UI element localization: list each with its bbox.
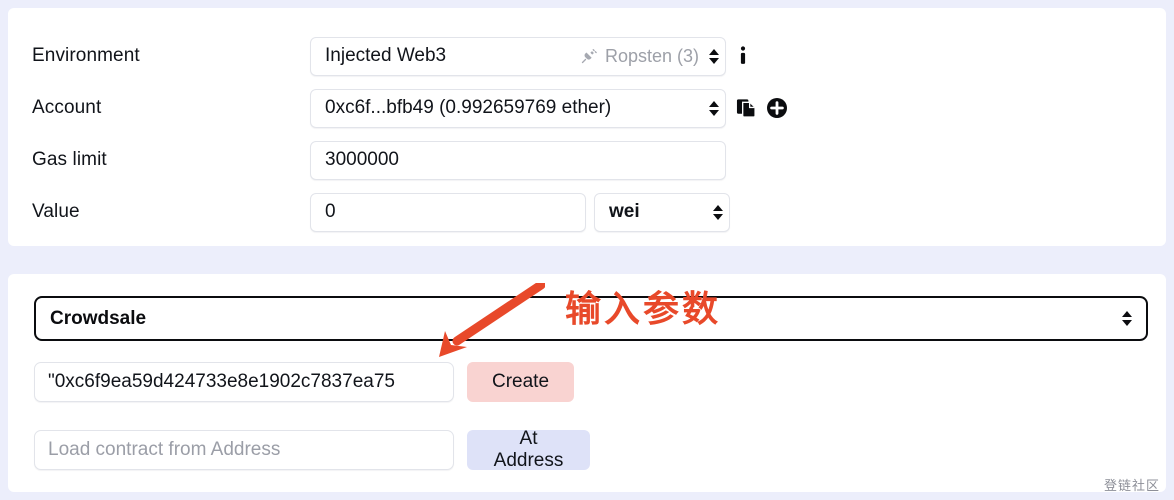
environment-spinner-icon[interactable] xyxy=(703,41,725,71)
gas-limit-label: Gas limit xyxy=(32,149,107,170)
gas-limit-input[interactable]: 3000000 xyxy=(310,140,726,180)
constructor-args-input[interactable]: "0xc6f9ea59d424733e8e1902c7837ea75 xyxy=(34,362,454,402)
plug-icon xyxy=(579,46,599,66)
info-icon[interactable] xyxy=(736,45,750,67)
value-unit-spinner-icon[interactable] xyxy=(707,197,729,227)
environment-icons xyxy=(736,45,750,67)
value-row: Value 0 wei xyxy=(8,192,1166,232)
copy-icon[interactable] xyxy=(736,97,757,119)
environment-value: Injected Web3 xyxy=(325,45,447,66)
gas-limit-row: Gas limit 3000000 xyxy=(8,140,1166,180)
account-spinner-icon[interactable] xyxy=(703,93,725,123)
account-icons xyxy=(736,97,788,119)
deploy-settings-panel: Environment Injected Web3 Ropsten (3) Ac… xyxy=(8,8,1166,246)
at-address-row: Load contract from Address At Address xyxy=(34,428,590,471)
gas-limit-value: 3000000 xyxy=(325,149,399,170)
environment-label: Environment xyxy=(32,45,140,66)
at-address-button[interactable]: At Address xyxy=(467,428,590,471)
account-value: 0xc6f...bfb49 (0.992659769 ether) xyxy=(325,97,612,118)
account-row: Account 0xc6f...bfb49 (0.992659769 ether… xyxy=(8,88,1166,128)
account-select[interactable]: 0xc6f...bfb49 (0.992659769 ether) xyxy=(310,88,726,128)
contract-select-spinner-icon[interactable] xyxy=(1116,304,1138,334)
network-name: Ropsten (3) xyxy=(604,45,699,66)
environment-select[interactable]: Injected Web3 Ropsten (3) xyxy=(310,36,726,76)
annotation-label: 输入参数 xyxy=(565,289,722,330)
value-unit-select[interactable]: wei xyxy=(594,192,730,232)
value-input[interactable]: 0 xyxy=(310,192,586,232)
create-button[interactable]: Create xyxy=(467,362,574,402)
create-row: "0xc6f9ea59d424733e8e1902c7837ea75 Creat… xyxy=(34,362,574,402)
environment-row: Environment Injected Web3 Ropsten (3) xyxy=(8,36,1166,76)
constructor-args-value: "0xc6f9ea59d424733e8e1902c7837ea75 xyxy=(48,371,395,392)
network-indicator: Ropsten (3) xyxy=(579,46,703,67)
value-unit: wei xyxy=(609,201,640,222)
value-label: Value xyxy=(32,201,80,222)
load-address-input[interactable]: Load contract from Address xyxy=(34,430,454,470)
watermark: 登链社区 xyxy=(1103,479,1160,494)
selected-contract-name: Crowdsale xyxy=(50,307,147,329)
value-amount: 0 xyxy=(325,201,336,222)
account-label: Account xyxy=(32,97,102,118)
load-address-placeholder: Load contract from Address xyxy=(48,439,281,460)
plus-circle-icon[interactable] xyxy=(766,97,788,119)
